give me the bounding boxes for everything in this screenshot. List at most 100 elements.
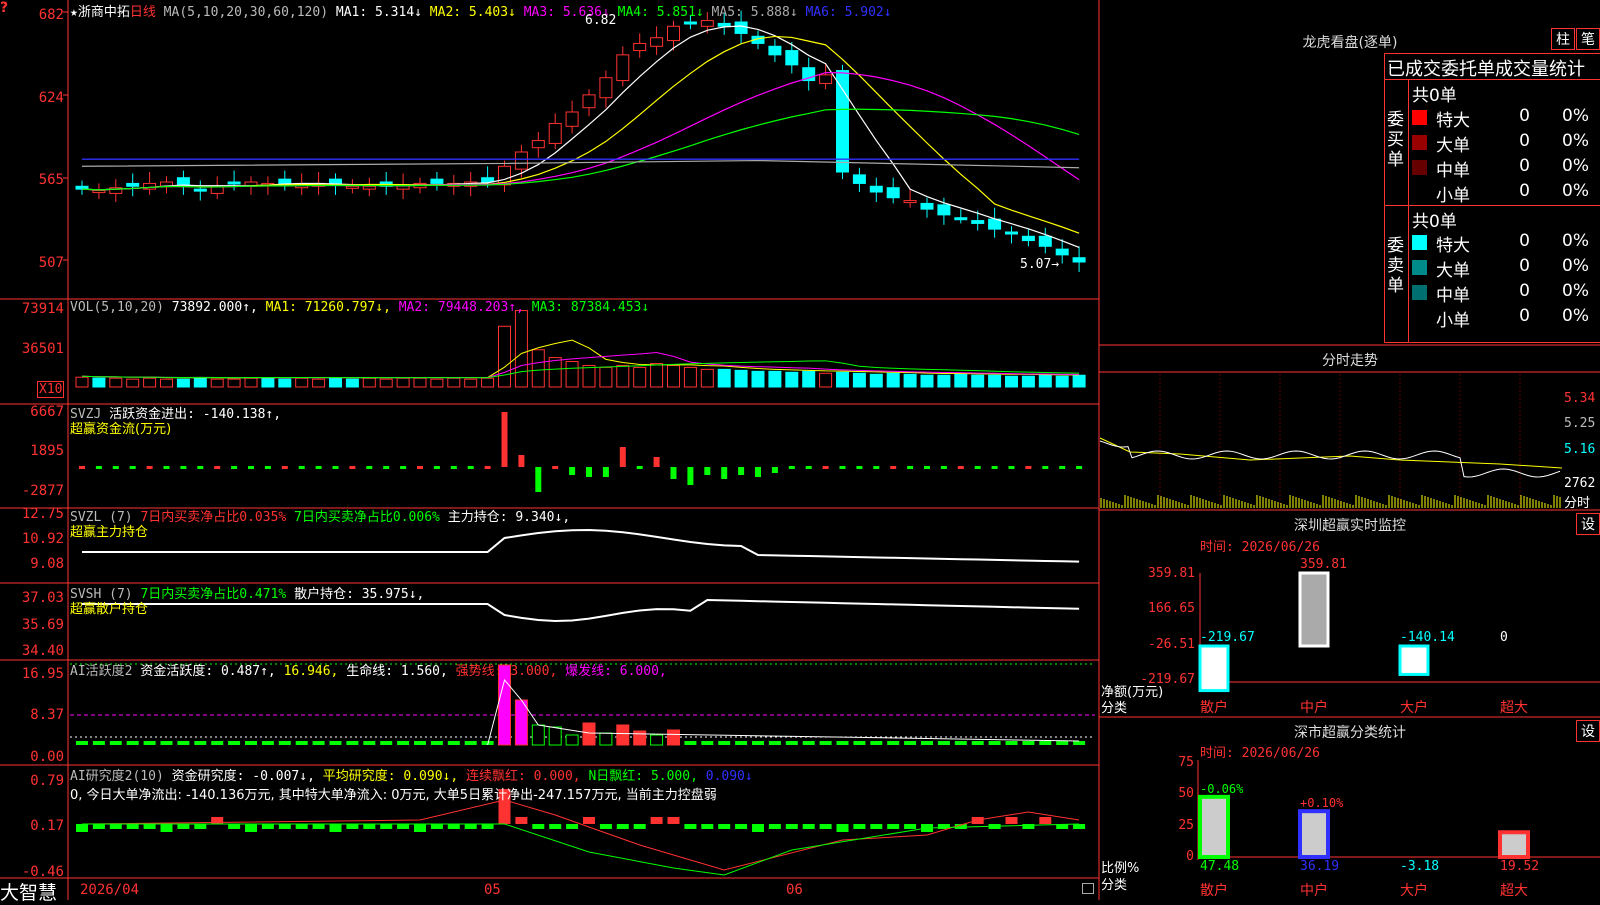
sz-monitor-title: 深圳超赢实时监控 bbox=[1294, 518, 1406, 534]
candle-up bbox=[616, 54, 630, 82]
fund-flow-bar bbox=[569, 467, 576, 475]
candle-up bbox=[345, 185, 359, 189]
research-bar bbox=[464, 824, 477, 829]
volume-bar bbox=[886, 372, 900, 388]
dragon-panel-title: 龙虎看盘(逐单) bbox=[1302, 35, 1398, 51]
candle-down bbox=[1055, 248, 1069, 256]
y-tick: 565 bbox=[38, 172, 64, 188]
volume-bar bbox=[785, 371, 799, 388]
buy-order-pct: 0% bbox=[1562, 156, 1589, 176]
svsh-text2: 散户持仓: 35.975↓, bbox=[294, 587, 425, 602]
cls-bar-value: 47.48 bbox=[1200, 859, 1240, 874]
research-bar bbox=[92, 824, 105, 829]
ai2-text5: 0.090↓ bbox=[705, 769, 753, 784]
ai1-text5: 爆发线: 6.000, bbox=[565, 664, 667, 679]
cls-tick: 75 bbox=[1178, 755, 1194, 770]
intraday-tick: 2762 bbox=[1564, 476, 1596, 491]
research-bar bbox=[802, 824, 815, 829]
research-bar bbox=[177, 824, 190, 829]
sz-settings-button[interactable]: 设 bbox=[1576, 513, 1600, 535]
y-tick: 507 bbox=[38, 255, 64, 271]
research-bar bbox=[684, 824, 697, 829]
activity-bar bbox=[329, 741, 342, 745]
sell-order-pct: 0% bbox=[1562, 256, 1589, 276]
candle-down bbox=[430, 178, 444, 184]
cls-settings-button[interactable]: 设 bbox=[1576, 720, 1600, 742]
ai2-header: AI研究度2(10) 资金研究度: -0.007↓, 平均研究度: 0.090↓… bbox=[70, 765, 753, 784]
lock-icon[interactable] bbox=[1082, 883, 1094, 894]
fund-flow-tick bbox=[1025, 466, 1032, 469]
fund-flow-tick bbox=[129, 466, 136, 469]
buy-order-pct: 0% bbox=[1562, 181, 1589, 201]
vol-ma2-line bbox=[81, 351, 1080, 379]
activity-bar bbox=[430, 741, 443, 745]
activity-bar bbox=[650, 734, 664, 746]
sell-order-color-swatch bbox=[1412, 260, 1427, 275]
activity-bar bbox=[464, 741, 477, 745]
research-bar bbox=[397, 824, 410, 829]
vol-def: VOL(5,10,20) bbox=[70, 300, 164, 315]
candle-down bbox=[1038, 235, 1052, 247]
research-bar bbox=[650, 817, 663, 824]
volume-bar bbox=[988, 374, 1002, 388]
activity-bar bbox=[346, 741, 359, 745]
y-tick: 37.03 bbox=[21, 590, 64, 606]
volume-bar bbox=[802, 370, 816, 388]
sell-order-count: 0 bbox=[1519, 231, 1530, 251]
sz-bar bbox=[1398, 644, 1430, 676]
sz-tick: 359.81 bbox=[1148, 566, 1195, 581]
fund-flow-tick bbox=[1008, 466, 1015, 469]
volume-bar bbox=[937, 374, 951, 388]
fund-flow-tick bbox=[400, 466, 407, 469]
activity-bar bbox=[278, 741, 291, 745]
buy-order-color-swatch bbox=[1412, 110, 1427, 125]
activity-bar bbox=[126, 741, 139, 745]
y-tick: 10.92 bbox=[21, 531, 64, 547]
volume-bar bbox=[261, 377, 275, 388]
ai1-text3: 生命线: 1.560, bbox=[346, 664, 448, 679]
activity-bar bbox=[921, 741, 933, 745]
period-label[interactable]: 日线 bbox=[130, 5, 156, 20]
research-bar bbox=[887, 824, 900, 829]
candle-up bbox=[903, 200, 917, 204]
buy-order-count: 0 bbox=[1519, 131, 1530, 151]
research-bar bbox=[481, 824, 494, 829]
research-bar bbox=[735, 824, 748, 829]
buy-total: 共0单 bbox=[1412, 86, 1457, 106]
y-tick: 624 bbox=[38, 90, 64, 106]
activity-bar bbox=[616, 724, 630, 746]
candle-up bbox=[650, 37, 664, 47]
stock-name[interactable]: ★浙商中拓 bbox=[70, 5, 130, 20]
sell-orders-label: 委卖单 bbox=[1387, 236, 1404, 296]
volume-bar bbox=[481, 377, 495, 388]
fund-flow-bar bbox=[704, 467, 711, 475]
volume-bar bbox=[244, 377, 258, 388]
volume-bar bbox=[109, 377, 123, 388]
candle-down bbox=[1005, 231, 1018, 235]
buy-order-color-swatch bbox=[1412, 135, 1427, 150]
activity-bar bbox=[312, 741, 325, 745]
sell-order-count: 0 bbox=[1519, 281, 1530, 301]
fund-flow-tick bbox=[264, 466, 271, 469]
cls-category: 大户 bbox=[1400, 883, 1428, 899]
pen-mode-button[interactable]: 笔 bbox=[1576, 28, 1600, 50]
research-bar bbox=[143, 824, 156, 829]
activity-bar bbox=[937, 741, 950, 745]
candle-down bbox=[1021, 235, 1035, 242]
activity-bar bbox=[853, 741, 866, 745]
cls-xlabel: 分类 bbox=[1101, 878, 1128, 893]
volume-bar bbox=[683, 366, 697, 388]
bar-mode-button[interactable]: 柱 bbox=[1551, 28, 1575, 50]
volume-bar bbox=[1055, 375, 1069, 388]
ai2-text2: 平均研究度: 0.090↓, bbox=[322, 769, 459, 784]
research-bar bbox=[1073, 824, 1086, 829]
fund-flow-tick bbox=[484, 466, 491, 469]
activity-bar bbox=[785, 741, 798, 745]
research-bar bbox=[245, 824, 257, 832]
candle-down bbox=[971, 220, 985, 224]
activity-bar bbox=[599, 732, 613, 746]
low-price-label: 5.07→ bbox=[1020, 257, 1060, 272]
research-bar bbox=[718, 824, 731, 829]
vol-unit-badge[interactable]: X10 bbox=[37, 381, 65, 398]
activity-bar bbox=[397, 741, 410, 745]
